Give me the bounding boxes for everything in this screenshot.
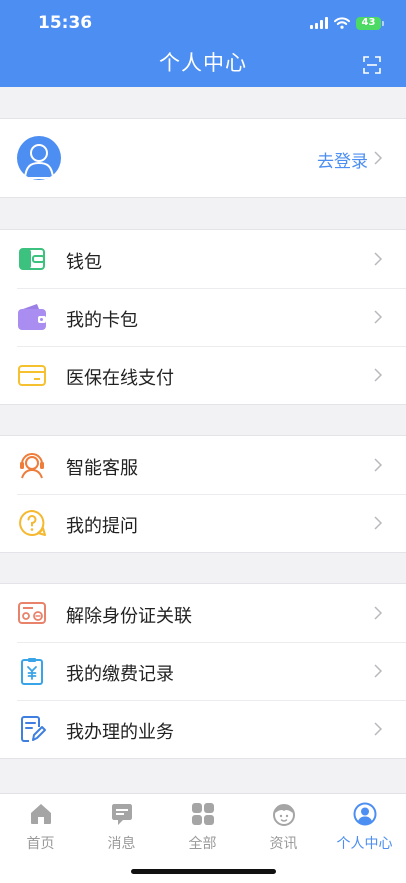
chevron-right-icon [374, 458, 383, 472]
status-icons: 43 [310, 14, 384, 32]
headset-icon [20, 453, 44, 479]
login-link[interactable]: 去登录 [317, 147, 368, 172]
battery-level: 43 [356, 16, 381, 30]
menu-item-label: 我的提问 [66, 516, 138, 537]
chevron-right-icon [374, 606, 383, 620]
menu-item-smart-service[interactable]: 智能客服 [0, 436, 406, 494]
profile-card[interactable]: 去登录 [0, 118, 406, 198]
question-icon [19, 510, 46, 536]
chevron-right-icon [374, 310, 383, 324]
tab-all[interactable]: 全部 [162, 802, 243, 853]
tab-profile[interactable]: 个人中心 [324, 802, 405, 853]
id-card-icon [18, 602, 46, 624]
chevron-right-icon [374, 151, 383, 165]
payment-record-icon [21, 658, 43, 685]
home-icon [30, 804, 51, 824]
chevron-right-icon [374, 368, 383, 382]
news-icon [272, 804, 295, 826]
tab-label: 首页 [26, 836, 55, 852]
chevron-right-icon [374, 722, 383, 736]
card-holder-icon [18, 304, 46, 330]
chevron-right-icon [374, 664, 383, 678]
profile-icon [353, 802, 376, 826]
service-group: 智能客服 我的提问 [0, 435, 406, 553]
menu-item-label: 解除身份证关联 [66, 606, 192, 627]
wallet-icon [19, 248, 45, 270]
page-title: 个人中心 [159, 51, 247, 75]
home-indicator [131, 869, 276, 874]
signal-icon [310, 17, 328, 29]
menu-item-wallet[interactable]: 钱包 [0, 230, 406, 288]
menu-item-card-holder[interactable]: 我的卡包 [0, 288, 406, 346]
tab-label: 资讯 [269, 836, 298, 852]
tab-messages[interactable]: 消息 [81, 802, 162, 853]
menu-item-label: 我办理的业务 [66, 722, 174, 743]
scan-icon[interactable] [363, 56, 381, 74]
menu-item-my-questions[interactable]: 我的提问 [0, 494, 406, 552]
message-icon [111, 804, 132, 825]
menu-item-unlink-id-card[interactable]: 解除身份证关联 [0, 584, 406, 642]
user-avatar-icon [17, 136, 61, 180]
tab-home[interactable]: 首页 [0, 802, 81, 853]
menu-item-label: 医保在线支付 [66, 368, 174, 389]
wifi-icon [334, 17, 350, 29]
tab-label: 全部 [188, 836, 217, 852]
menu-item-my-business[interactable]: 我办理的业务 [0, 700, 406, 758]
menu-item-label: 智能客服 [66, 458, 138, 479]
menu-item-payment-records[interactable]: 我的缴费记录 [0, 642, 406, 700]
status-time: 15:36 [38, 13, 93, 33]
menu-item-medical-payment[interactable]: 医保在线支付 [0, 346, 406, 404]
chevron-right-icon [374, 516, 383, 530]
menu-item-label: 我的缴费记录 [66, 664, 174, 685]
menu-item-label: 我的卡包 [66, 310, 138, 331]
grid-icon [191, 803, 214, 825]
chevron-right-icon [374, 252, 383, 266]
medical-card-icon [18, 365, 46, 386]
business-record-icon [21, 716, 46, 742]
tab-news[interactable]: 资讯 [243, 802, 324, 853]
wallet-group: 钱包 我的卡包 医保在线支付 [0, 229, 406, 405]
menu-item-label: 钱包 [66, 252, 102, 273]
battery-icon: 43 [356, 16, 384, 30]
records-group: 解除身份证关联 我的缴费记录 我办理的业务 [0, 583, 406, 759]
header: 15:36 43 个人中心 [0, 0, 406, 87]
tab-label: 个人中心 [336, 836, 393, 852]
tab-label: 消息 [107, 836, 136, 852]
